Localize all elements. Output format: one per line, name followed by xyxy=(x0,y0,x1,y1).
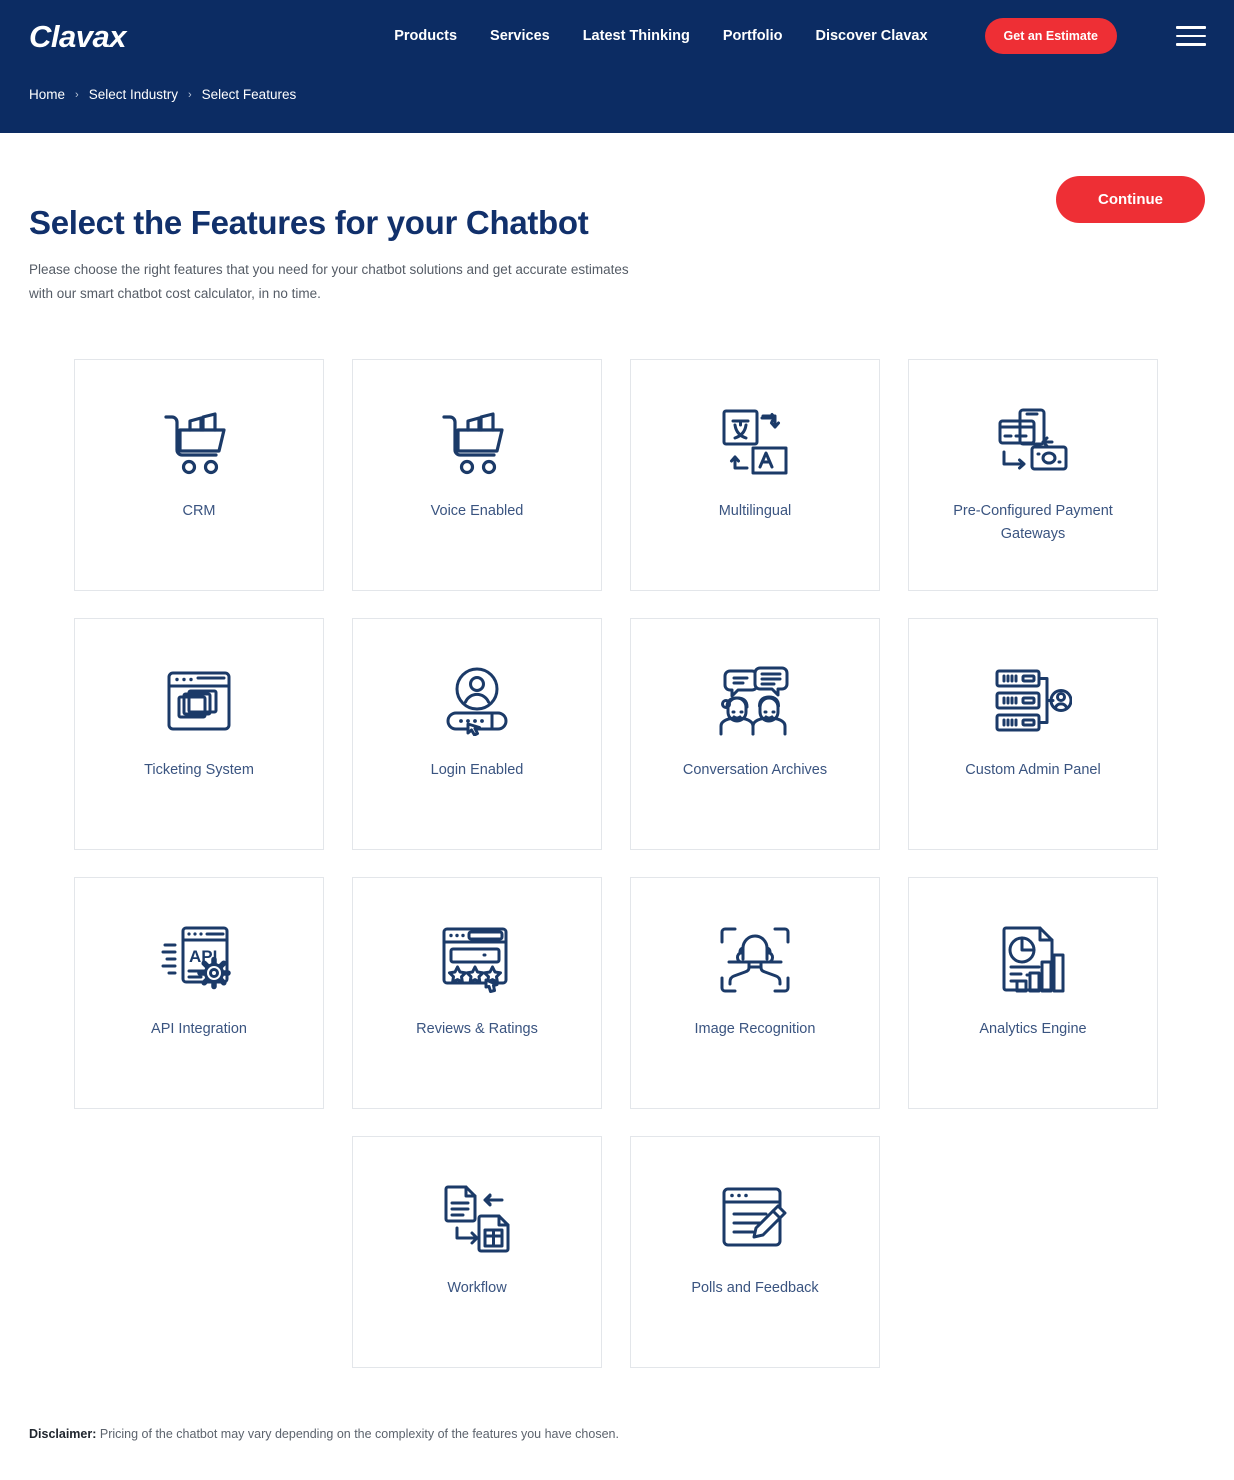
user-password-icon xyxy=(443,663,511,739)
clavax-logo[interactable]: Clavax xyxy=(29,21,126,52)
feature-card-polls-feedback[interactable]: Polls and Feedback xyxy=(630,1135,880,1368)
page-subtitle: Please choose the right features that yo… xyxy=(29,262,629,301)
nav-item-services[interactable]: Services xyxy=(490,28,550,44)
feature-label: Workflow xyxy=(447,1279,507,1296)
chevron-right-icon: › xyxy=(187,88,192,101)
feature-label: Login Enabled xyxy=(430,761,524,778)
continue-button[interactable]: Continue xyxy=(1056,176,1205,223)
page-header-block: Select the Features for your Chatbot Ple… xyxy=(29,133,1205,306)
features-grid: CRM Voice Enabled Multilingual Pre-Confi… xyxy=(29,358,1205,1368)
people-chat-icon xyxy=(716,663,794,739)
feature-card-api-integration[interactable]: API API Integration xyxy=(74,876,324,1109)
hamburger-menu-icon[interactable] xyxy=(1176,26,1206,46)
nav-item-discover-clavax[interactable]: Discover Clavax xyxy=(815,28,927,44)
feature-card-conversation-archives[interactable]: Conversation Archives xyxy=(630,617,880,850)
feature-label: Pre-Configured Payment Gateways xyxy=(953,502,1113,543)
feature-label: Reviews & Ratings xyxy=(416,1020,538,1037)
feature-label: Voice Enabled xyxy=(430,502,524,519)
shopping-cart-icon xyxy=(441,404,513,480)
feature-card-crm[interactable]: CRM xyxy=(74,358,324,591)
top-navigation-bar: Clavax Products Services Latest Thinking… xyxy=(0,0,1234,72)
nav-item-products[interactable]: Products xyxy=(394,28,457,44)
get-an-estimate-button[interactable]: Get an Estimate xyxy=(984,18,1117,54)
disclaimer: Disclaimer: Pricing of the chatbot may v… xyxy=(29,1424,1205,1480)
feature-label: Custom Admin Panel xyxy=(965,761,1101,778)
nav-item-latest-thinking[interactable]: Latest Thinking xyxy=(583,28,690,44)
feature-card-ticketing-system[interactable]: Ticketing System xyxy=(74,617,324,850)
translate-icon xyxy=(719,404,791,480)
feature-card-workflow[interactable]: Workflow xyxy=(352,1135,602,1368)
shopping-cart-icon xyxy=(163,404,235,480)
feature-card-voice-enabled[interactable]: Voice Enabled xyxy=(352,358,602,591)
disclaimer-label: Disclaimer: xyxy=(29,1426,97,1441)
server-user-icon xyxy=(994,663,1072,739)
api-gear-icon: API xyxy=(161,922,237,998)
face-scan-icon xyxy=(719,922,791,998)
disclaimer-text: Pricing of the chatbot may vary dependin… xyxy=(96,1426,619,1441)
form-pencil-icon xyxy=(720,1181,790,1257)
feature-label: Ticketing System xyxy=(144,761,254,778)
chart-report-icon xyxy=(998,922,1068,998)
feature-label: Conversation Archives xyxy=(682,761,828,778)
feature-card-custom-admin-panel[interactable]: Custom Admin Panel xyxy=(908,617,1158,850)
feature-label: Multilingual xyxy=(718,502,792,519)
feature-label: Polls and Feedback xyxy=(691,1279,819,1296)
feature-label: CRM xyxy=(182,502,216,519)
document-exchange-icon xyxy=(441,1181,513,1257)
page-content: Select the Features for your Chatbot Ple… xyxy=(0,133,1234,1480)
feature-card-image-recognition[interactable]: Image Recognition xyxy=(630,876,880,1109)
feature-label: API Integration xyxy=(151,1020,247,1037)
breadcrumb: Home › Select Industry › Select Features xyxy=(0,87,1234,102)
feature-card-payment-gateways[interactable]: Pre-Configured Payment Gateways xyxy=(908,358,1158,591)
feature-card-reviews-ratings[interactable]: Reviews & Ratings xyxy=(352,876,602,1109)
page-title: Select the Features for your Chatbot xyxy=(29,204,589,241)
star-rating-icon xyxy=(440,922,514,998)
feature-label: Analytics Engine xyxy=(979,1020,1087,1037)
breadcrumb-item-home[interactable]: Home xyxy=(29,87,65,102)
nav-item-portfolio[interactable]: Portfolio xyxy=(723,28,783,44)
payment-gateway-icon xyxy=(994,404,1072,480)
breadcrumb-item-select-industry[interactable]: Select Industry xyxy=(89,87,178,102)
feature-card-login-enabled[interactable]: Login Enabled xyxy=(352,617,602,850)
feature-label: Image Recognition xyxy=(694,1020,816,1037)
chevron-right-icon: › xyxy=(75,88,79,101)
feature-card-analytics-engine[interactable]: Analytics Engine xyxy=(908,876,1158,1109)
site-header: Clavax Products Services Latest Thinking… xyxy=(0,0,1234,133)
feature-card-multilingual[interactable]: Multilingual xyxy=(630,358,880,591)
main-nav-links: Products Services Latest Thinking Portfo… xyxy=(394,18,1206,54)
browser-windows-icon xyxy=(166,663,232,739)
breadcrumb-item-select-features[interactable]: Select Features xyxy=(202,87,297,102)
